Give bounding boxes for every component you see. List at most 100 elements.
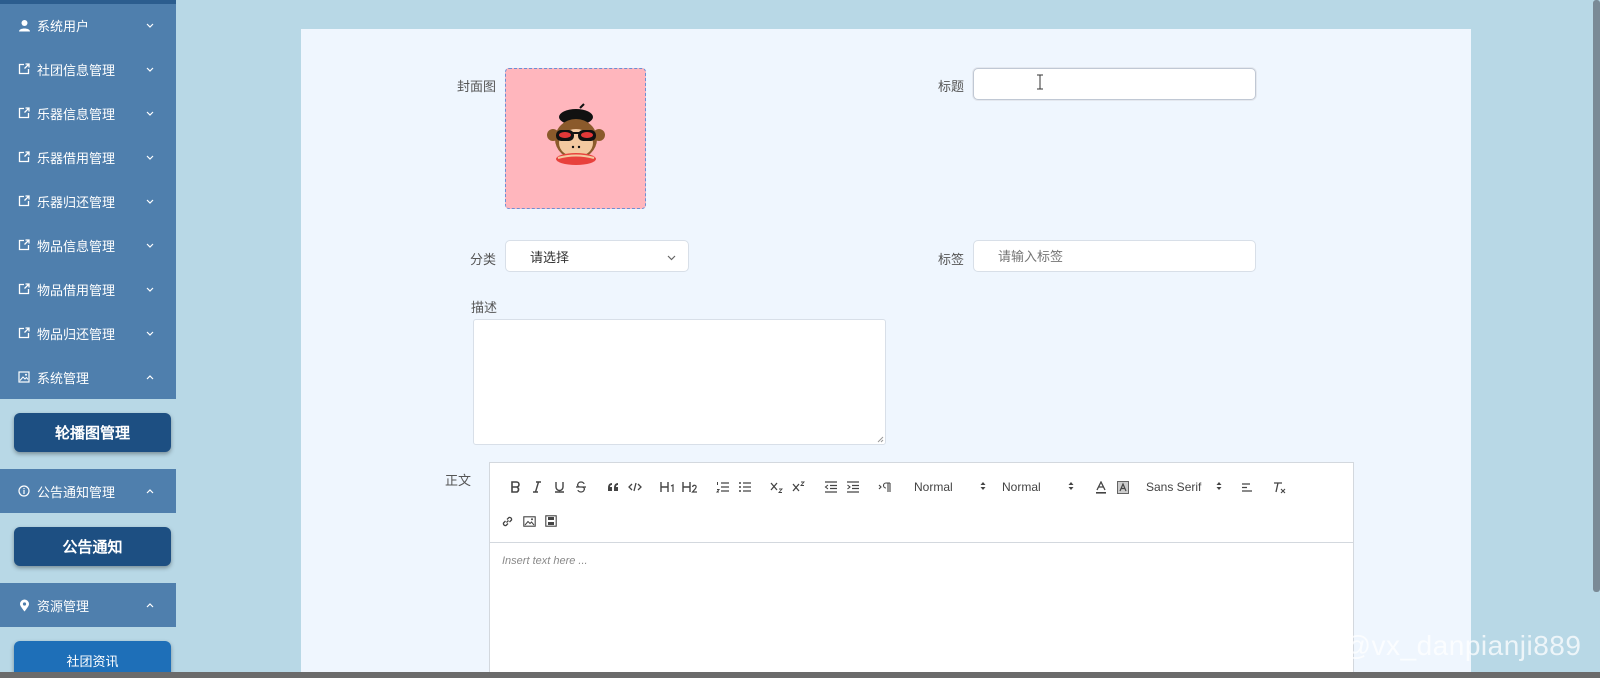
external-link-icon — [17, 150, 31, 164]
page-scrollbar[interactable] — [1593, 0, 1600, 592]
chevron-up-icon — [144, 488, 156, 494]
chevron-up-icon — [144, 374, 156, 380]
video-icon[interactable] — [542, 511, 560, 531]
heading-2-icon[interactable] — [680, 477, 700, 497]
resize-grip-icon[interactable] — [876, 435, 884, 443]
external-link-icon — [17, 194, 31, 208]
sidebar-item-goods-info[interactable]: 物品信息管理 — [0, 223, 176, 267]
description-textarea[interactable] — [473, 319, 886, 445]
chevron-down-icon — [144, 67, 156, 72]
sidebar-item-system-management[interactable]: 系统管理 — [0, 355, 176, 399]
blockquote-icon[interactable] — [604, 477, 622, 497]
bullet-list-icon[interactable] — [736, 477, 754, 497]
sidebar-item-goods-return[interactable]: 物品归还管理 — [0, 311, 176, 355]
external-link-icon — [17, 282, 31, 296]
sidebar-item-label: 物品借用管理 — [37, 282, 116, 298]
sidebar-item-label: 乐器信息管理 — [37, 106, 116, 122]
up-down-arrows-icon — [1068, 480, 1074, 494]
sidebar-item-label: 社团信息管理 — [37, 62, 116, 78]
chevron-down-icon — [144, 331, 156, 336]
up-down-arrows-icon — [980, 480, 986, 494]
location-pin-icon — [17, 598, 31, 612]
cover-label: 封面图 — [456, 79, 496, 94]
image-icon[interactable] — [520, 511, 538, 531]
chevron-down-icon — [667, 249, 676, 264]
strikethrough-icon[interactable] — [572, 477, 590, 497]
sidebar-item-label: 乐器借用管理 — [37, 150, 116, 166]
editor-toolbar: Normal Normal Sans Serif — [490, 463, 1353, 543]
sidebar-item-label: 乐器归还管理 — [37, 194, 116, 210]
tags-input[interactable] — [973, 240, 1256, 272]
picture-icon — [17, 370, 31, 384]
sidebar-item-system-users[interactable]: 系统用户 — [0, 3, 176, 47]
font-picker-value: Sans Serif — [1146, 480, 1202, 494]
title-label: 标题 — [937, 79, 964, 94]
notice-button[interactable]: 公告通知 — [14, 527, 171, 566]
outdent-icon[interactable] — [822, 477, 840, 497]
external-link-icon — [17, 106, 31, 120]
sidebar-item-label: 系统管理 — [37, 370, 90, 386]
category-select[interactable]: 请选择 — [505, 240, 689, 272]
subscript-icon[interactable] — [768, 477, 786, 497]
bold-icon[interactable] — [506, 477, 524, 497]
sidebar-item-label: 物品归还管理 — [37, 326, 116, 342]
superscript-icon[interactable] — [790, 477, 808, 497]
sidebar-item-instrument-borrow[interactable]: 乐器借用管理 — [0, 135, 176, 179]
monkey-avatar-image — [546, 102, 605, 165]
code-block-icon[interactable] — [626, 477, 644, 497]
size-picker[interactable]: Normal — [1002, 477, 1074, 497]
external-link-icon — [17, 326, 31, 340]
underline-icon[interactable] — [550, 477, 568, 497]
sidebar-item-label: 公告通知管理 — [37, 484, 116, 500]
category-select-value: 请选择 — [530, 249, 570, 265]
chevron-down-icon — [144, 287, 156, 292]
background-color-icon[interactable] — [1114, 477, 1132, 497]
sidebar-item-notice-management[interactable]: 公告通知管理 — [0, 469, 176, 513]
text-cursor-icon — [1037, 74, 1043, 90]
info-circle-icon — [17, 484, 31, 498]
rich-text-editor: Normal Normal Sans Serif Insert text her… — [489, 462, 1354, 678]
external-link-icon — [17, 238, 31, 252]
body-label: 正文 — [445, 473, 472, 488]
header-picker-value: Normal — [914, 480, 953, 494]
heading-1-icon[interactable] — [658, 477, 678, 497]
watermark: CSDN @vx_danpianji889 — [1253, 630, 1582, 661]
font-picker[interactable]: Sans Serif — [1146, 477, 1222, 497]
header-picker[interactable]: Normal — [914, 477, 986, 497]
sidebar-item-club-info[interactable]: 社团信息管理 — [0, 47, 176, 91]
sidebar-item-goods-borrow[interactable]: 物品借用管理 — [0, 267, 176, 311]
sidebar-item-label: 资源管理 — [37, 598, 90, 614]
clear-format-icon[interactable] — [1270, 477, 1288, 497]
category-label: 分类 — [469, 252, 496, 267]
chevron-up-icon — [144, 602, 156, 608]
user-icon — [17, 18, 31, 32]
chevron-down-icon — [144, 243, 156, 248]
ordered-list-icon[interactable] — [714, 477, 732, 497]
chevron-down-icon — [144, 199, 156, 204]
italic-icon[interactable] — [528, 477, 546, 497]
tags-label: 标签 — [937, 252, 964, 267]
horizontal-scrollbar[interactable] — [0, 672, 1600, 678]
chevron-down-icon — [144, 23, 156, 28]
sidebar-item-instrument-return[interactable]: 乐器归还管理 — [0, 179, 176, 223]
description-label: 描述 — [471, 300, 498, 315]
sidebar-item-label: 系统用户 — [37, 18, 90, 34]
cover-image-upload[interactable] — [505, 68, 646, 209]
indent-icon[interactable] — [844, 477, 862, 497]
chevron-down-icon — [144, 155, 156, 160]
chevron-down-icon — [144, 111, 156, 116]
up-down-arrows-icon — [1216, 480, 1222, 494]
editor-placeholder: Insert text here ... — [502, 555, 588, 567]
text-color-icon[interactable] — [1092, 477, 1110, 497]
sidebar-item-label: 物品信息管理 — [37, 238, 116, 254]
link-icon[interactable] — [498, 511, 516, 531]
align-left-icon[interactable] — [1238, 477, 1256, 497]
title-input[interactable] — [973, 68, 1256, 100]
size-picker-value: Normal — [1002, 480, 1041, 494]
sidebar-item-resource-management[interactable]: 资源管理 — [0, 583, 176, 627]
external-link-icon — [17, 62, 31, 76]
text-direction-icon[interactable] — [876, 477, 894, 497]
carousel-management-button[interactable]: 轮播图管理 — [14, 413, 171, 452]
sidebar-item-instrument-info[interactable]: 乐器信息管理 — [0, 91, 176, 135]
sidebar: 系统用户 社团信息管理 乐器信息管理 乐器借用管理 乐器归还管理 物品信息管理 … — [0, 0, 176, 678]
